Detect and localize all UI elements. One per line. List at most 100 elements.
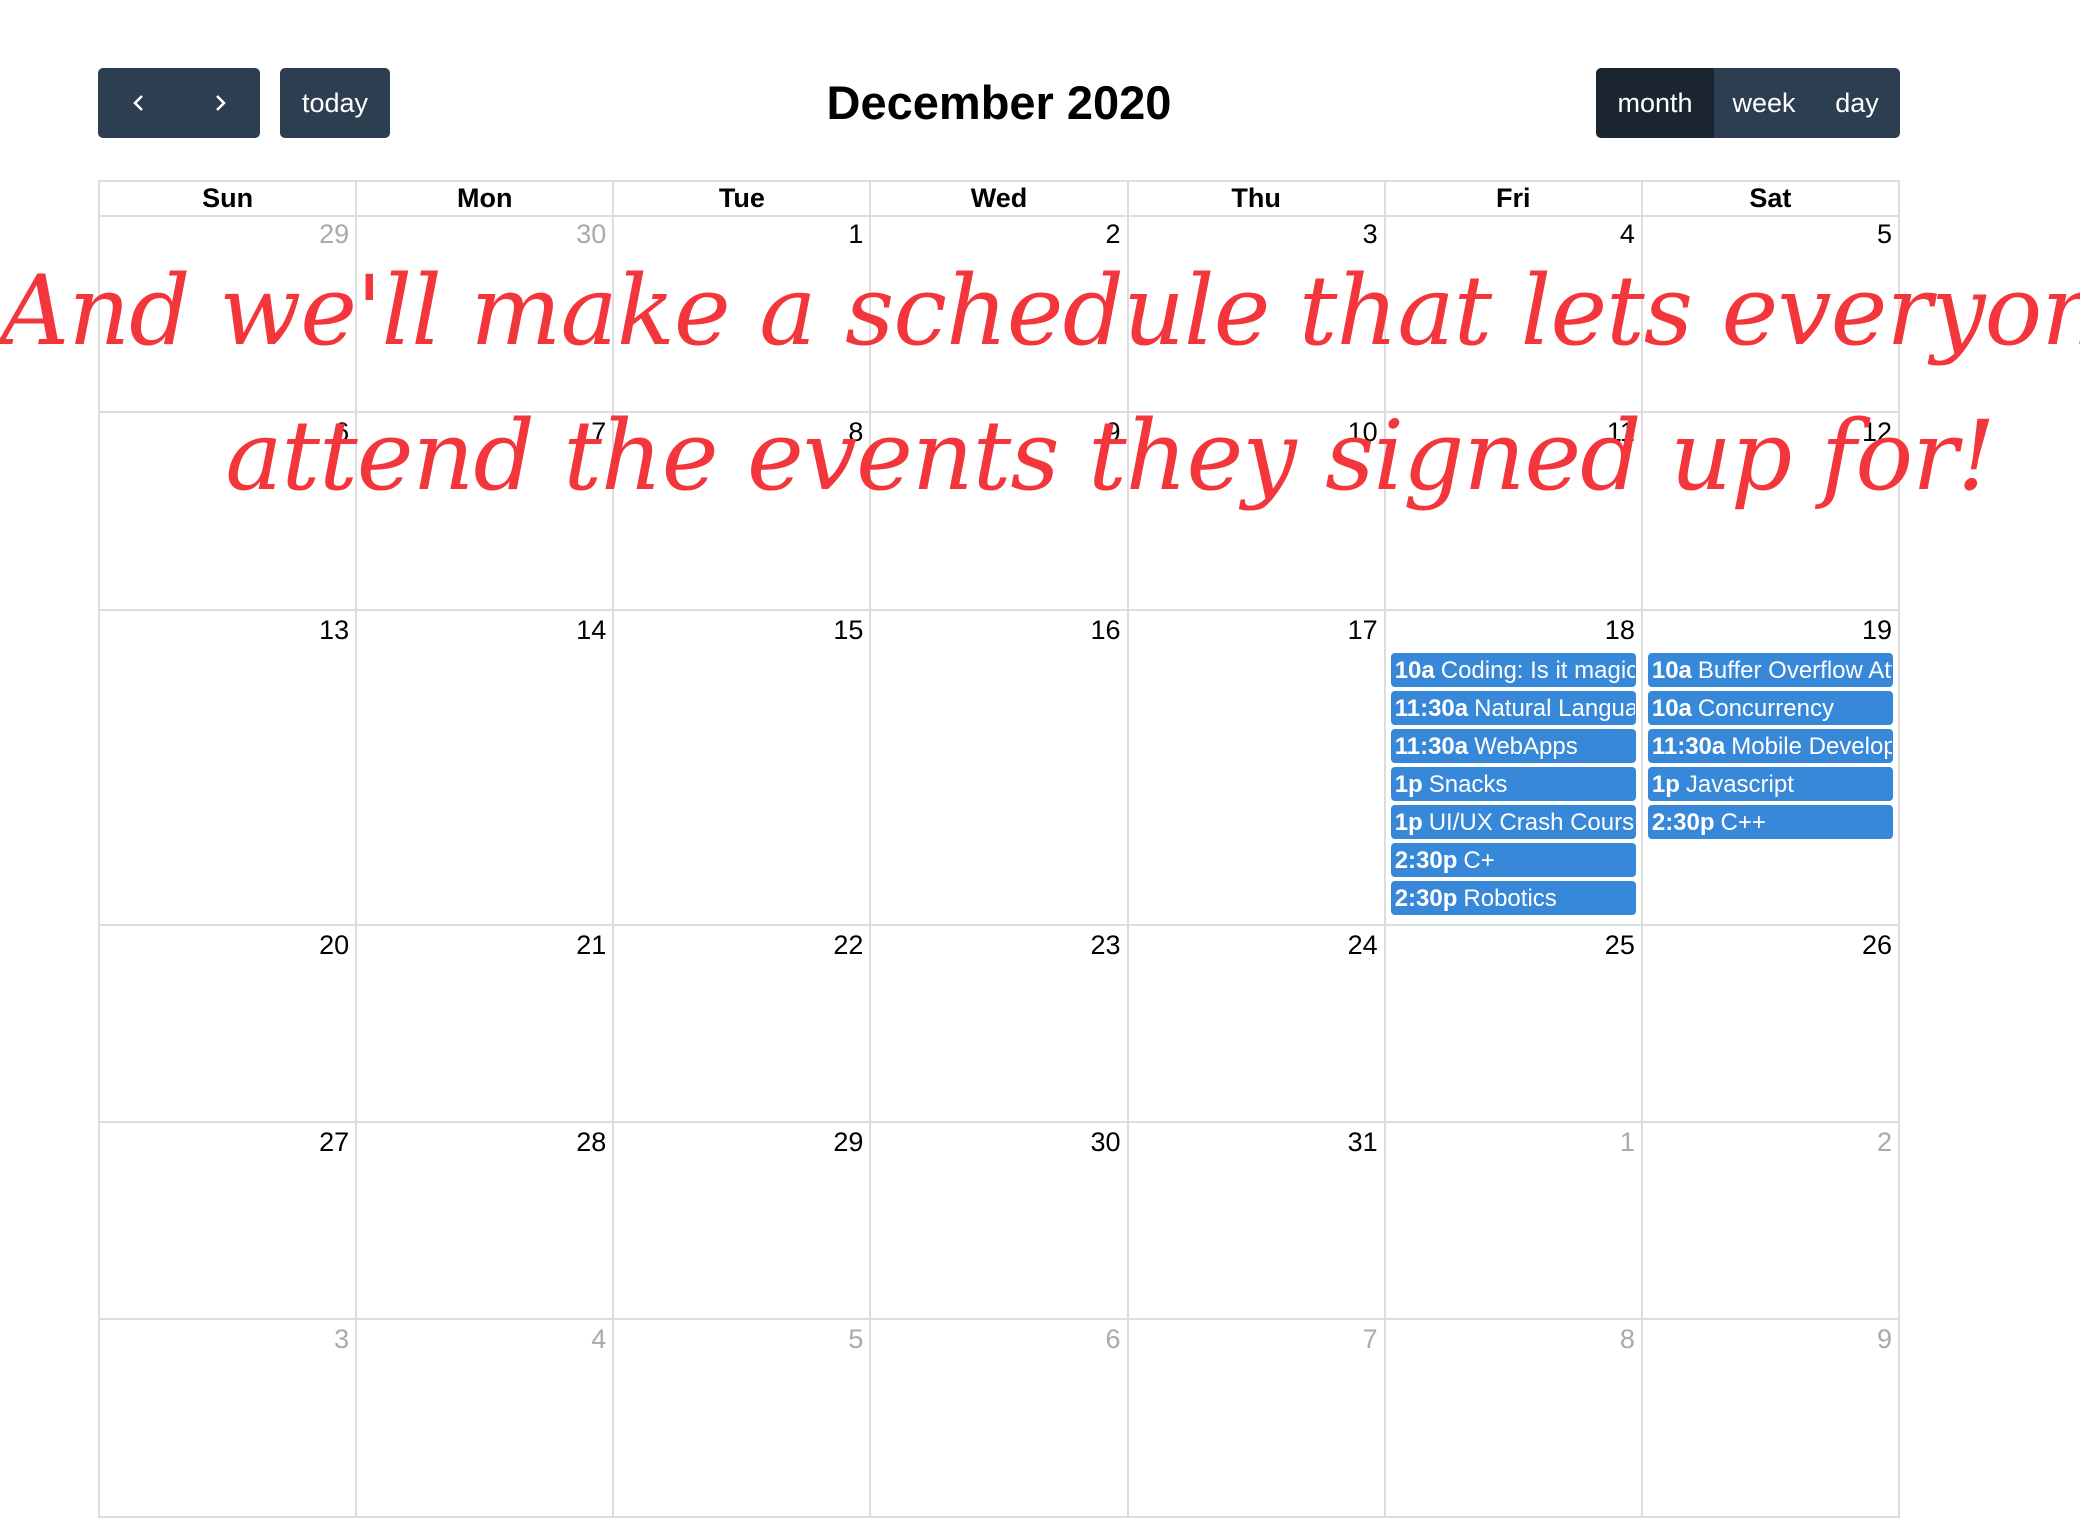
day-number[interactable]: 16 bbox=[1091, 615, 1121, 646]
day-cell[interactable]: 17 bbox=[1128, 611, 1386, 926]
today-button[interactable]: today bbox=[280, 68, 390, 138]
day-number[interactable]: 14 bbox=[576, 615, 606, 646]
day-cell[interactable]: 27 bbox=[100, 1123, 358, 1320]
day-number[interactable]: 29 bbox=[833, 1127, 863, 1158]
calendar-event[interactable]: 2:30p Robotics bbox=[1390, 881, 1636, 915]
week-row: 27 28 29 30 31 1 2 bbox=[100, 1123, 1900, 1320]
day-cell[interactable]: 22 bbox=[614, 926, 872, 1123]
day-number[interactable]: 20 bbox=[319, 930, 349, 961]
day-cell[interactable]: 18 10a Coding: Is it magic 11:30a Natural La… bbox=[1385, 611, 1643, 926]
day-number[interactable]: 30 bbox=[576, 219, 606, 250]
day-number[interactable]: 2 bbox=[1106, 219, 1121, 250]
calendar-event[interactable]: 11:30a Natural Langua bbox=[1390, 691, 1636, 725]
event-time: 2:30p bbox=[1651, 809, 1715, 836]
day-number[interactable]: 18 bbox=[1605, 615, 1635, 646]
calendar-event[interactable]: 1p Snacks bbox=[1390, 767, 1636, 801]
day-number[interactable]: 21 bbox=[576, 930, 606, 961]
calendar-event[interactable]: 2:30p C++ bbox=[1647, 805, 1893, 839]
day-number[interactable]: 5 bbox=[848, 1324, 863, 1355]
day-view-button[interactable]: day bbox=[1814, 68, 1900, 138]
day-cell[interactable]: 19 10a Buffer Overflow Att 10a Concurrency 11… bbox=[1642, 611, 1900, 926]
day-number[interactable]: 27 bbox=[319, 1127, 349, 1158]
day-number[interactable]: 3 bbox=[1363, 219, 1378, 250]
day-number[interactable]: 30 bbox=[1091, 1127, 1121, 1158]
day-cell[interactable]: 3 bbox=[100, 1320, 358, 1518]
day-cell[interactable]: 8 bbox=[1385, 1320, 1643, 1518]
day-cell[interactable]: 30 bbox=[871, 1123, 1129, 1320]
event-time: 10a bbox=[1651, 695, 1692, 722]
day-number[interactable]: 29 bbox=[319, 219, 349, 250]
event-time: 1p bbox=[1394, 771, 1423, 798]
day-number[interactable]: 19 bbox=[1862, 615, 1892, 646]
day-number[interactable]: 2 bbox=[1877, 1127, 1892, 1158]
calendar-toolbar: today December 2020 month week day bbox=[98, 68, 1900, 138]
overlay-caption-line1: And we'll make a schedule that lets ever… bbox=[0, 255, 2080, 367]
calendar-event[interactable]: 1p Javascript bbox=[1647, 767, 1893, 801]
day-cell[interactable]: 2 bbox=[1642, 1123, 1900, 1320]
event-title: C+ bbox=[1463, 847, 1495, 874]
weekday-header-wed: Wed bbox=[871, 182, 1129, 217]
day-cell[interactable]: 16 bbox=[871, 611, 1129, 926]
prev-button[interactable] bbox=[98, 68, 179, 138]
day-cell[interactable]: 23 bbox=[871, 926, 1129, 1123]
calendar-event[interactable]: 10a Concurrency bbox=[1647, 691, 1893, 725]
week-row: 13 14 15 16 17 18 10a Coding: Is it magic 11:30a… bbox=[100, 611, 1900, 926]
weekday-header-sat: Sat bbox=[1642, 182, 1900, 217]
calendar-event[interactable]: 11:30a WebApps bbox=[1390, 729, 1636, 763]
day-cell[interactable]: 28 bbox=[357, 1123, 615, 1320]
day-number[interactable]: 3 bbox=[334, 1324, 349, 1355]
day-number[interactable]: 15 bbox=[833, 615, 863, 646]
calendar-event[interactable]: 10a Coding: Is it magic bbox=[1390, 653, 1636, 687]
day-cell[interactable]: 21 bbox=[357, 926, 615, 1123]
day-number[interactable]: 17 bbox=[1348, 615, 1378, 646]
day-cell[interactable]: 26 bbox=[1642, 926, 1900, 1123]
calendar-event[interactable]: 11:30a Mobile Develop bbox=[1647, 729, 1893, 763]
day-number[interactable]: 25 bbox=[1605, 930, 1635, 961]
day-number[interactable]: 4 bbox=[1620, 219, 1635, 250]
day-cell[interactable]: 31 bbox=[1128, 1123, 1386, 1320]
day-cell[interactable]: 15 bbox=[614, 611, 872, 926]
day-cell[interactable]: 4 bbox=[357, 1320, 615, 1518]
day-number[interactable]: 4 bbox=[591, 1324, 606, 1355]
day-cell[interactable]: 13 bbox=[100, 611, 358, 926]
day-number[interactable]: 28 bbox=[576, 1127, 606, 1158]
next-button[interactable] bbox=[179, 68, 260, 138]
day-cell[interactable]: 20 bbox=[100, 926, 358, 1123]
day-cell[interactable]: 29 bbox=[614, 1123, 872, 1320]
calendar-event[interactable]: 10a Buffer Overflow Att bbox=[1647, 653, 1893, 687]
day-number[interactable]: 23 bbox=[1091, 930, 1121, 961]
day-cell[interactable]: 6 bbox=[871, 1320, 1129, 1518]
day-cell[interactable]: 5 bbox=[614, 1320, 872, 1518]
day-number[interactable]: 13 bbox=[319, 615, 349, 646]
month-view-button[interactable]: month bbox=[1596, 68, 1714, 138]
day-cell[interactable]: 24 bbox=[1128, 926, 1386, 1123]
day-number[interactable]: 24 bbox=[1348, 930, 1378, 961]
event-time: 2:30p bbox=[1394, 885, 1458, 912]
day-cell[interactable]: 1 bbox=[1385, 1123, 1643, 1320]
calendar-event[interactable]: 2:30p C+ bbox=[1390, 843, 1636, 877]
event-time: 10a bbox=[1394, 657, 1435, 684]
day-number[interactable]: 7 bbox=[1363, 1324, 1378, 1355]
weekday-header-fri: Fri bbox=[1385, 182, 1643, 217]
event-time: 11:30a bbox=[1394, 733, 1469, 760]
day-cell[interactable]: 7 bbox=[1128, 1320, 1386, 1518]
day-number[interactable]: 22 bbox=[833, 930, 863, 961]
day-number[interactable]: 5 bbox=[1877, 219, 1892, 250]
day-cell[interactable]: 25 bbox=[1385, 926, 1643, 1123]
event-time: 2:30p bbox=[1394, 847, 1458, 874]
day-number[interactable]: 8 bbox=[1620, 1324, 1635, 1355]
weekday-header-row: Sun Mon Tue Wed Thu Fri Sat bbox=[100, 182, 1900, 217]
calendar-event[interactable]: 1p UI/UX Crash Course bbox=[1390, 805, 1636, 839]
week-view-button[interactable]: week bbox=[1714, 68, 1814, 138]
day-number[interactable]: 26 bbox=[1862, 930, 1892, 961]
day-number[interactable]: 9 bbox=[1877, 1324, 1892, 1355]
event-title: C++ bbox=[1720, 809, 1766, 836]
day-cell[interactable]: 9 bbox=[1642, 1320, 1900, 1518]
day-cell[interactable]: 14 bbox=[357, 611, 615, 926]
day-number[interactable]: 6 bbox=[1106, 1324, 1121, 1355]
day-number[interactable]: 31 bbox=[1348, 1127, 1378, 1158]
event-list: 10a Coding: Is it magic 11:30a Natural Lang… bbox=[1390, 653, 1636, 919]
view-switcher: month week day bbox=[1596, 68, 1900, 138]
day-number[interactable]: 1 bbox=[1620, 1127, 1635, 1158]
day-number[interactable]: 1 bbox=[848, 219, 863, 250]
